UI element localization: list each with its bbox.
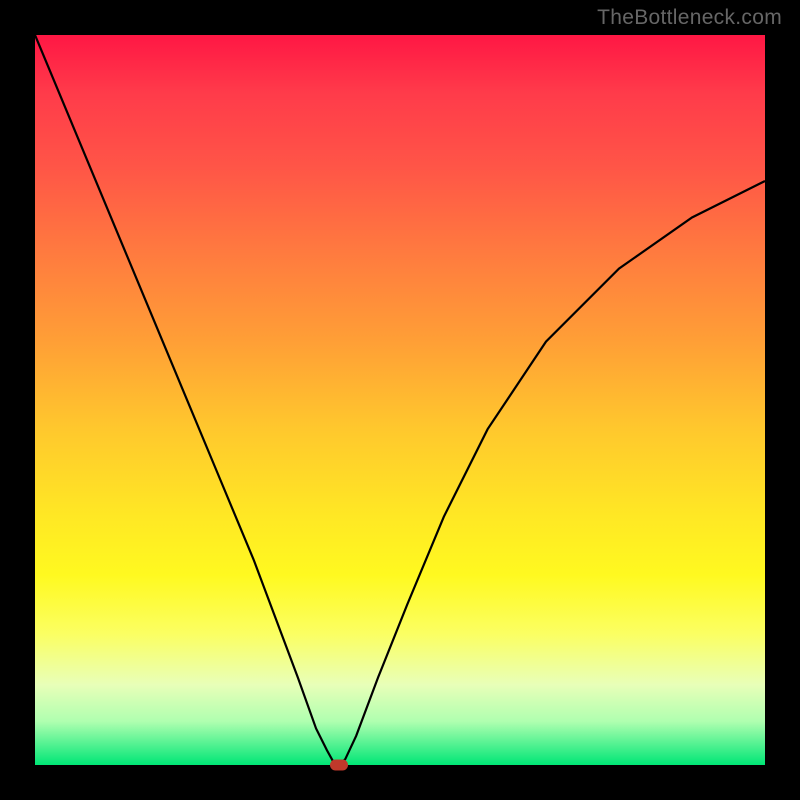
bottleneck-curve (35, 35, 765, 765)
minimum-marker (330, 760, 348, 771)
chart-plot-area (35, 35, 765, 765)
watermark-text: TheBottleneck.com (597, 6, 782, 30)
